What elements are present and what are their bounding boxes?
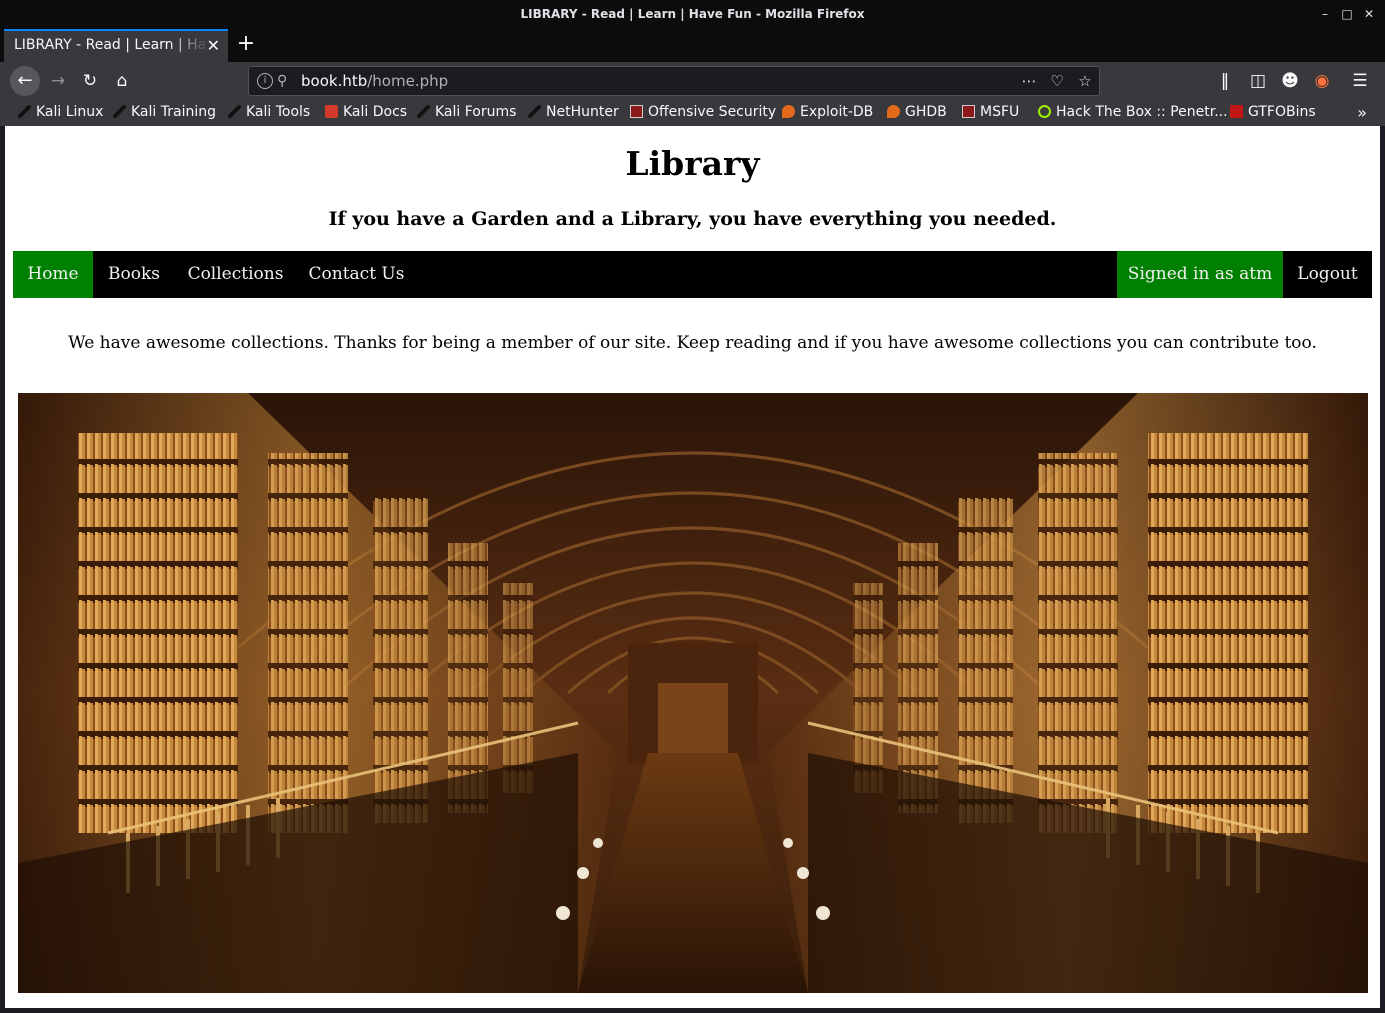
- url-host: book.htb: [301, 72, 368, 90]
- minimize-icon[interactable]: –: [1314, 0, 1336, 28]
- bookmark-kali-docs[interactable]: Kali Docs: [325, 100, 407, 126]
- menu-icon[interactable]: ☰: [1347, 66, 1373, 96]
- gtfobins-icon: [1230, 105, 1243, 118]
- window-title: LIBRARY - Read | Learn | Have Fun - Mozi…: [520, 7, 865, 21]
- url-text[interactable]: book.htb/home.php: [301, 67, 448, 95]
- site-title: Library: [625, 144, 760, 183]
- kali-icon: [18, 105, 31, 118]
- bookmark-exploit-db[interactable]: Exploit-DB: [782, 100, 873, 126]
- bookmark-kali-training[interactable]: Kali Training: [113, 100, 216, 126]
- bookmark-gtfobins[interactable]: GTFOBins: [1230, 100, 1316, 126]
- library-hero-image: [18, 393, 1368, 993]
- home-icon[interactable]: ⌂: [109, 66, 135, 96]
- offsec-icon: [962, 105, 975, 118]
- web-page: Library If you have a Garden and a Libra…: [5, 126, 1380, 1008]
- maximize-icon[interactable]: □: [1336, 0, 1358, 28]
- page-actions-icon[interactable]: ⋯: [1017, 67, 1041, 95]
- bookmark-star-icon[interactable]: ☆: [1073, 67, 1097, 95]
- offsec-icon: [630, 105, 643, 118]
- extension-icon[interactable]: ◉: [1309, 66, 1335, 96]
- tab-library[interactable]: LIBRARY - Read | Learn | Have Fun ✕: [4, 29, 228, 62]
- pocket-icon[interactable]: ♡: [1045, 67, 1069, 95]
- reload-icon[interactable]: ↻: [77, 66, 103, 96]
- window-titlebar: LIBRARY - Read | Learn | Have Fun - Mozi…: [0, 0, 1385, 28]
- site-info-icon[interactable]: i: [257, 73, 273, 89]
- nav-home-link[interactable]: Home: [13, 251, 93, 298]
- bookmark-nethunter[interactable]: NetHunter: [528, 100, 619, 126]
- close-window-icon[interactable]: ✕: [1358, 0, 1380, 28]
- kali-icon: [113, 105, 126, 118]
- bookmark-kali-linux[interactable]: Kali Linux: [18, 100, 103, 126]
- kali-icon: [417, 105, 430, 118]
- intro-text: We have awesome collections. Thanks for …: [68, 333, 1317, 353]
- bookmark-ghdb[interactable]: GHDB: [887, 100, 947, 126]
- library-icon[interactable]: ‖: [1212, 66, 1238, 96]
- bookmark-offensive-security[interactable]: Offensive Security: [630, 100, 776, 126]
- bookmark-msfu[interactable]: MSFU: [962, 100, 1019, 126]
- new-tab-icon[interactable]: +: [236, 28, 256, 62]
- docs-icon: [325, 105, 338, 118]
- nav-logout-link[interactable]: Logout: [1283, 251, 1372, 298]
- bookmark-kali-tools[interactable]: Kali Tools: [228, 100, 310, 126]
- kali-icon: [528, 105, 541, 118]
- nav-signed-in-link[interactable]: Signed in as atm: [1117, 251, 1283, 298]
- kali-icon: [228, 105, 241, 118]
- close-tab-icon[interactable]: ✕: [207, 31, 220, 60]
- key-icon: ⚲: [277, 73, 288, 89]
- browser-window: LIBRARY - Read | Learn | Have Fun - Mozi…: [0, 0, 1385, 1013]
- nav-collections-link[interactable]: Collections: [175, 251, 296, 298]
- account-icon[interactable]: ☻: [1277, 66, 1303, 96]
- back-icon[interactable]: ←: [10, 66, 40, 96]
- site-tagline: If you have a Garden and a Library, you …: [328, 208, 1057, 230]
- bookmark-hack-the-box[interactable]: Hack The Box :: Penetr...: [1038, 100, 1228, 126]
- htb-icon: [1038, 105, 1051, 118]
- nav-contact-link[interactable]: Contact Us: [296, 251, 417, 298]
- bookmark-kali-forums[interactable]: Kali Forums: [417, 100, 516, 126]
- tab-strip: LIBRARY - Read | Learn | Have Fun ✕: [0, 28, 1385, 62]
- url-path: /home.php: [367, 72, 449, 90]
- navigation-toolbar: ← → ↻ ⌂ i ⚲ book.htb/home.php ⋯ ♡ ☆ ‖ ◫ …: [0, 62, 1385, 100]
- exploitdb-icon: [782, 105, 795, 118]
- forward-icon[interactable]: →: [45, 66, 71, 96]
- exploitdb-icon: [887, 105, 900, 118]
- more-bookmarks-icon[interactable]: »: [1357, 100, 1367, 125]
- url-bar[interactable]: i ⚲ book.htb/home.php ⋯ ♡ ☆: [248, 66, 1100, 96]
- site-navbar: Home Books Collections Contact Us Signed…: [13, 251, 1372, 298]
- sidebar-icon[interactable]: ◫: [1245, 66, 1271, 96]
- bookmarks-toolbar: Kali Linux Kali Training Kali Tools Kali…: [0, 100, 1385, 126]
- nav-books-link[interactable]: Books: [93, 251, 175, 298]
